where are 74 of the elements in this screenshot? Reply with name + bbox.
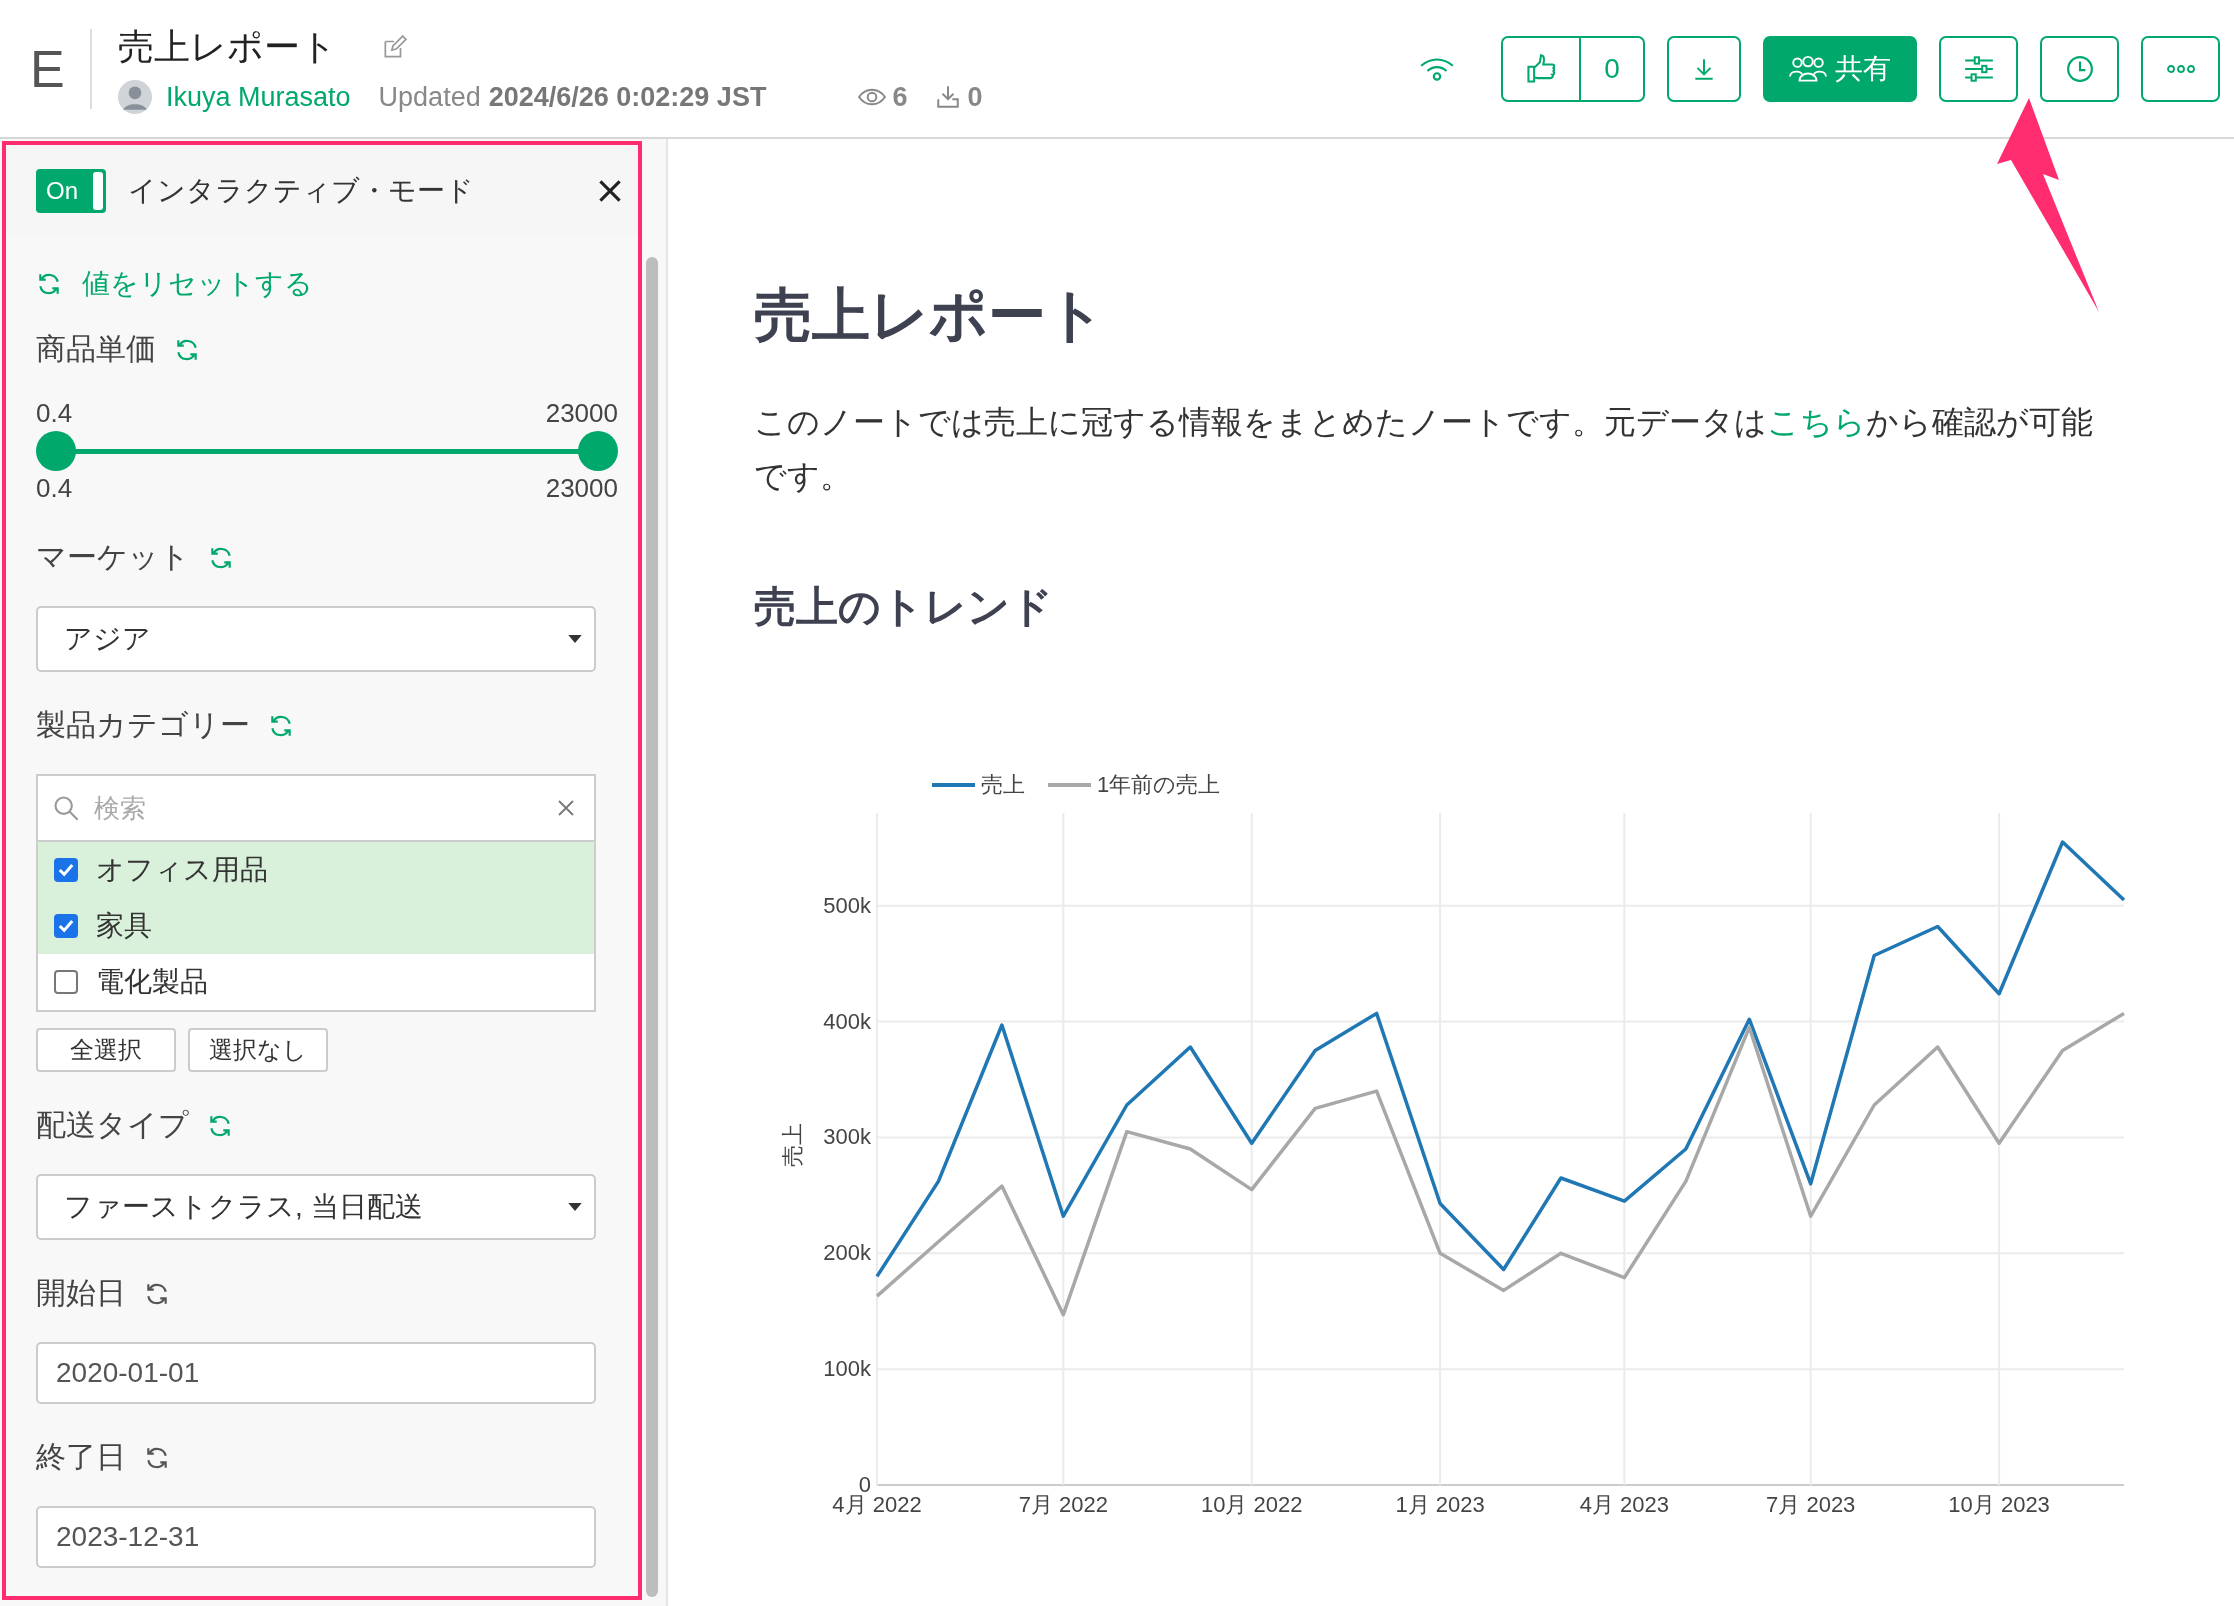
range-slider[interactable] [36, 431, 618, 471]
date-field[interactable]: 2023-12-31 [36, 1506, 596, 1568]
checkbox[interactable] [54, 970, 78, 994]
filter-label: 商品単価 [36, 331, 156, 367]
search-field[interactable]: 検索 [92, 791, 544, 825]
range-min-value: 0.4 [36, 398, 73, 429]
y-tick-label: 200k [823, 1240, 871, 1266]
y-tick-label: 300k [823, 1124, 871, 1150]
download-count: 0 [967, 81, 983, 113]
y-tick-label: 100k [823, 1356, 871, 1382]
close-icon[interactable] [598, 179, 623, 203]
range-max-label: 23000 [545, 473, 618, 504]
page-heading: 売上レポート [754, 281, 1106, 349]
dropdown[interactable]: ファーストクラス, 当日配送 [36, 1174, 596, 1240]
section-heading: 売上のトレンド [754, 582, 1054, 632]
x-tick-label: 10月 2022 [1200, 1492, 1303, 1517]
x-tick-label: 4月 2023 [1579, 1492, 1670, 1517]
x-tick-label: 7月 2022 [1018, 1492, 1108, 1517]
settings-button[interactable] [1939, 35, 2018, 102]
x-tick-label: 4月 2022 [832, 1492, 922, 1517]
range-min-label: 0.4 [36, 473, 73, 504]
filter-label: 配送タイプ [36, 1107, 189, 1143]
x-tick-label: 7月 2023 [1766, 1492, 1856, 1517]
y-tick-label: 500k [823, 892, 871, 918]
legend-label: 1年前の売上 [1097, 772, 1221, 797]
date-field[interactable]: 2020-01-01 [36, 1342, 596, 1404]
filter-label: 終了日 [36, 1439, 126, 1475]
legend-swatch [932, 783, 975, 787]
more-icon [2165, 63, 2196, 74]
download-tray-icon [935, 84, 962, 110]
x-tick-label: 10月 2023 [1948, 1492, 2050, 1517]
caret-icon [568, 634, 582, 644]
caret-icon [568, 1202, 582, 1212]
filter-label: マーケット [36, 539, 190, 575]
updated-label: Updated [378, 81, 481, 113]
wifi-icon [1419, 56, 1455, 81]
panel-title: インタラクティブ・モード [128, 174, 474, 208]
y-tick-label: 400k [823, 1008, 871, 1034]
updated-time: 2024/6/26 0:02:29 JST [488, 81, 767, 113]
range-max-value: 23000 [545, 398, 618, 429]
legend-swatch [1048, 783, 1091, 787]
slider-thumb[interactable] [36, 431, 76, 471]
filter-label: 開始日 [36, 1275, 126, 1311]
app-logo[interactable]: E [0, 38, 90, 99]
view-count: 6 [892, 81, 908, 113]
avatar-icon [118, 80, 152, 114]
dropdown[interactable]: アジア [36, 606, 596, 672]
clear-icon[interactable] [556, 798, 576, 818]
like-button[interactable] [1501, 35, 1581, 102]
thumbs-up-icon [1525, 52, 1557, 85]
people-icon [1789, 54, 1827, 83]
intro-paragraph: このノートでは売上に冠する情報をまとめたノートです。元データは こちら から確認が可能です。 [754, 403, 2094, 496]
selection-button[interactable]: 選択なし [188, 1028, 328, 1072]
pencil-icon[interactable] [381, 34, 407, 61]
slider-thumb[interactable] [578, 431, 618, 471]
category-option[interactable]: オフィス用品 [38, 842, 594, 898]
download-button[interactable] [1667, 35, 1741, 102]
category-option[interactable]: 家具 [38, 898, 594, 954]
report-title: 売上レポート [118, 25, 337, 69]
more-button[interactable] [2141, 35, 2220, 102]
sliders-icon [1962, 54, 1995, 83]
y-axis-title: 売上 [780, 1123, 805, 1167]
scrollbar[interactable] [646, 257, 659, 1597]
checkbox[interactable] [54, 858, 78, 882]
refresh-icon [36, 271, 62, 297]
history-button[interactable] [2040, 35, 2119, 102]
eye-icon [858, 87, 887, 107]
selection-button[interactable]: 全選択 [36, 1028, 176, 1072]
filter-label: 製品カテゴリー [36, 707, 250, 743]
legend-label: 売上 [981, 772, 1025, 797]
clock-icon [2065, 54, 2094, 83]
search-icon [52, 794, 80, 822]
x-tick-label: 1月 2023 [1395, 1492, 1485, 1517]
checkbox[interactable] [54, 914, 78, 938]
